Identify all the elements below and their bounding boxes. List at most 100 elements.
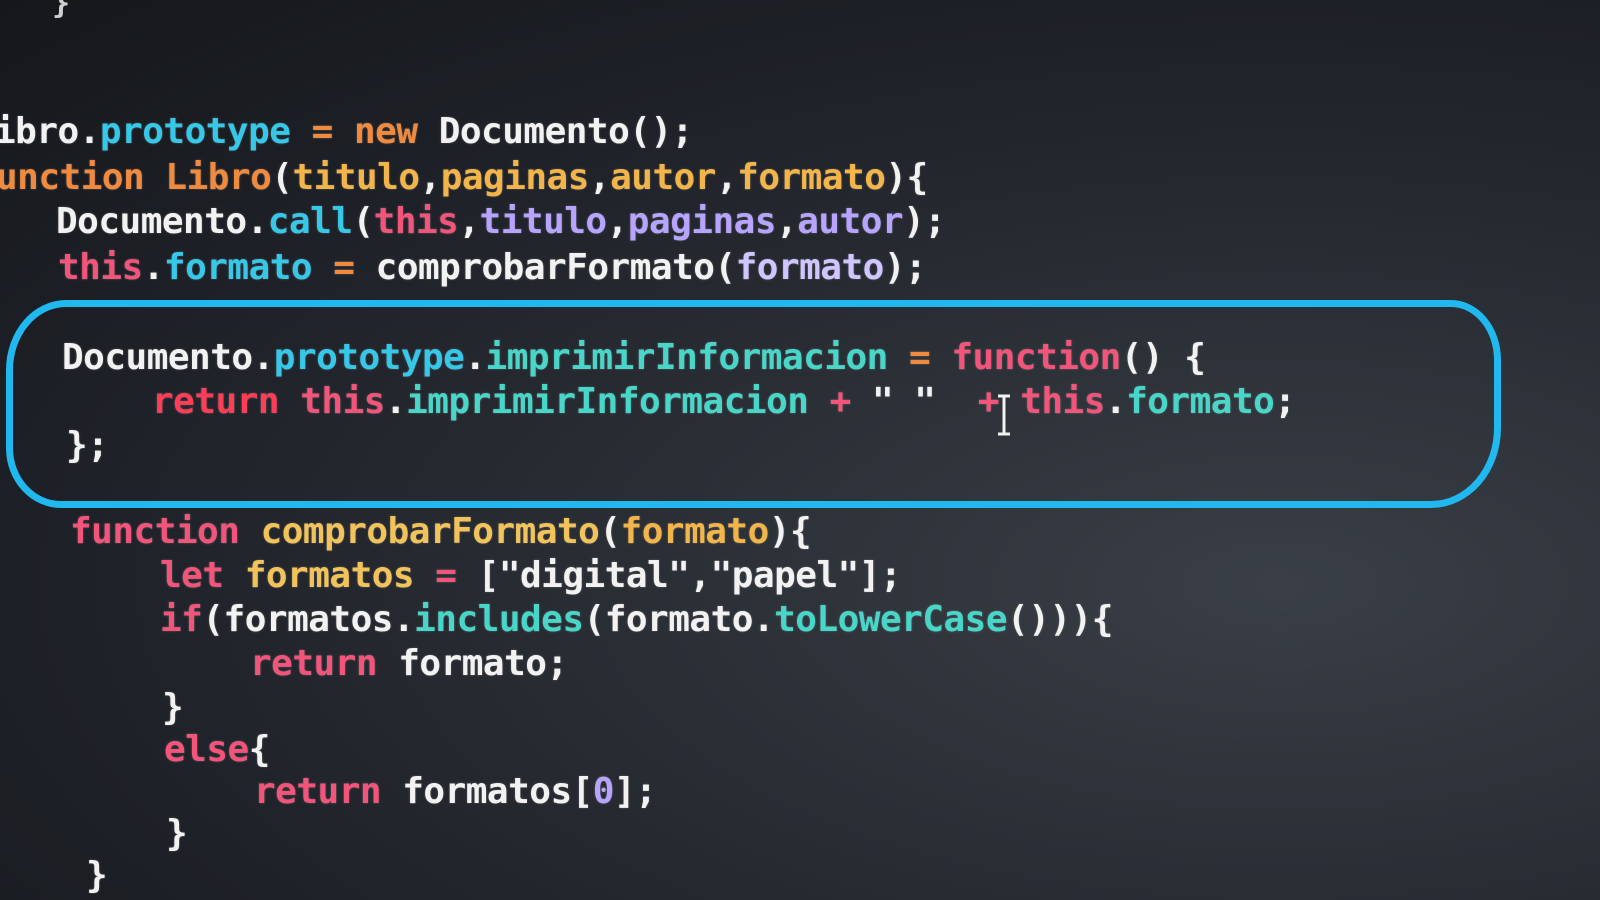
- code-token: (: [599, 511, 621, 552]
- code-token: includes: [414, 599, 584, 640]
- code-token: ,: [776, 201, 798, 242]
- code-token: ibro: [0, 111, 79, 152]
- code-token: ];: [858, 555, 902, 596]
- code-token: formato: [735, 247, 885, 288]
- code-token: ,: [458, 201, 480, 242]
- code-token: Documento();: [417, 111, 694, 152]
- code-token: };: [66, 425, 109, 466]
- code-line[interactable]: }: [86, 854, 108, 898]
- code-line[interactable]: ibro.prototype = new Documento();: [0, 110, 693, 154]
- code-token: formato: [163, 247, 313, 288]
- code-token: unction: [0, 157, 145, 198]
- code-token: Documento: [62, 337, 253, 378]
- code-line[interactable]: };: [66, 424, 109, 468]
- code-token: comprobarFormato: [239, 511, 600, 552]
- code-token: 0: [592, 771, 615, 812]
- code-token: comprobarFormato: [375, 247, 715, 288]
- code-token: ,: [606, 201, 629, 242]
- code-token: " ": [871, 381, 936, 422]
- code-token: formato: [737, 157, 886, 198]
- code-line[interactable]: }: [162, 686, 184, 730]
- code-line[interactable]: Documento.call(this,titulo,paginas,autor…: [56, 200, 946, 244]
- code-token: else: [164, 729, 249, 770]
- code-token: this: [373, 201, 459, 242]
- code-line[interactable]: else{: [164, 728, 270, 772]
- code-line[interactable]: Documento.prototype.imprimirInformacion …: [62, 336, 1206, 380]
- code-token: .: [252, 337, 275, 378]
- code-line[interactable]: function comprobarFormato(formato){: [70, 510, 812, 554]
- code-line[interactable]: return this.imprimirInformacion + " " + …: [152, 380, 1296, 424]
- code-line[interactable]: let formatos = ["digital","papel"];: [160, 554, 902, 598]
- code-token: .: [464, 337, 486, 378]
- code-token: paginas: [627, 201, 777, 242]
- code-line[interactable]: return formatos[0];: [254, 770, 657, 814]
- code-token: (: [352, 201, 374, 242]
- code-token: ){: [885, 157, 928, 198]
- code-token: titulo: [292, 157, 420, 198]
- code-token: =: [312, 247, 376, 288]
- code-token: return: [250, 643, 378, 684]
- code-token: .: [78, 111, 101, 152]
- code-token: [: [477, 555, 500, 596]
- code-token: formato: [1126, 381, 1275, 422]
- partial-closing-brace: }: [52, 0, 71, 21]
- code-token: titulo: [479, 201, 608, 242]
- code-token: this: [1020, 381, 1105, 422]
- code-token: .: [384, 381, 407, 422]
- code-line[interactable]: return formato;: [250, 642, 568, 686]
- code-token: ,: [419, 157, 442, 198]
- code-token: ;: [1274, 381, 1296, 422]
- code-token: ){: [768, 511, 812, 552]
- code-token: prototype: [99, 111, 291, 152]
- code-token: (: [714, 247, 736, 288]
- code-token: .: [752, 599, 775, 640]
- code-token: function: [951, 337, 1121, 378]
- code-token: =: [414, 555, 478, 596]
- code-editor[interactable]: } ibro.prototype = new Documento(); unct…: [0, 0, 1600, 900]
- code-token: ];: [613, 771, 657, 812]
- code-token: formatos: [223, 555, 415, 596]
- code-token: formato;: [377, 643, 568, 684]
- code-token: formato: [604, 599, 754, 640]
- code-line[interactable]: }: [166, 812, 188, 856]
- code-token: {: [248, 729, 271, 770]
- code-token: imprimirInformacion: [485, 337, 889, 378]
- code-token: "papel": [710, 555, 860, 596]
- code-token: let: [160, 555, 224, 596]
- code-token: ,: [689, 555, 711, 596]
- code-token: function: [70, 511, 240, 552]
- code-token: () {: [1120, 337, 1206, 378]
- code-token: new: [354, 111, 418, 152]
- code-token: autor: [610, 157, 716, 198]
- code-token: }: [86, 855, 108, 896]
- code-token: }: [166, 813, 188, 854]
- code-line[interactable]: this.formato = comprobarFormato(formato)…: [58, 246, 927, 290]
- i-beam-cursor-icon: [996, 394, 1012, 436]
- code-token: "digital": [498, 555, 690, 596]
- code-token: imprimirInformacion: [406, 381, 809, 422]
- code-token: ,: [715, 157, 738, 198]
- code-token: toLowerCase: [774, 599, 1008, 640]
- code-token: this: [58, 247, 143, 288]
- code-token: .: [142, 247, 165, 288]
- code-token: if: [160, 599, 203, 640]
- code-token: (: [271, 157, 293, 198]
- code-token: return: [152, 381, 280, 422]
- code-line[interactable]: if(formatos.includes(formato.toLowerCase…: [160, 598, 1113, 642]
- code-token: formato: [620, 511, 770, 552]
- code-token: this: [279, 381, 385, 422]
- code-token: formatos: [223, 599, 394, 640]
- code-line[interactable]: unction Libro(titulo,paginas,autor,forma…: [0, 156, 928, 200]
- code-token: formatos[: [381, 771, 593, 812]
- code-token: );: [883, 247, 927, 288]
- code-token: return: [254, 771, 382, 812]
- code-token: Libro: [144, 157, 272, 198]
- code-token: ,: [588, 157, 611, 198]
- code-token: }: [162, 687, 184, 728]
- code-token: call: [267, 201, 353, 242]
- code-token: prototype: [273, 337, 465, 378]
- code-token: +: [808, 381, 872, 422]
- code-token: ())){: [1007, 599, 1113, 640]
- code-token: (: [583, 599, 606, 640]
- code-token: .: [246, 201, 269, 242]
